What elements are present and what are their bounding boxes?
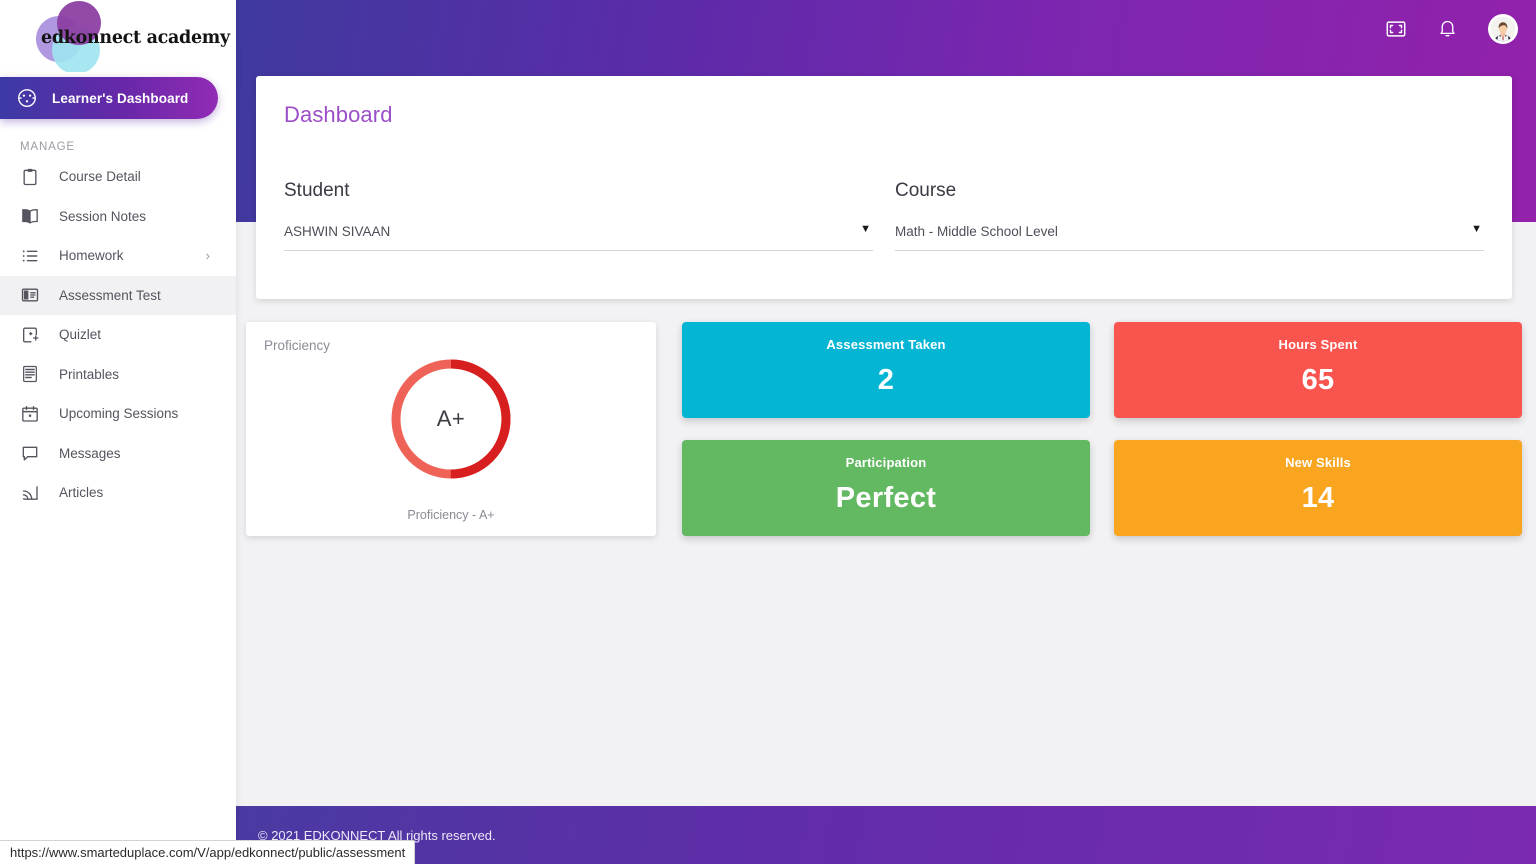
proficiency-card: Proficiency A+ Proficiency - A+	[246, 322, 656, 536]
sidebar-item-label: Session Notes	[59, 208, 147, 224]
stat-title: New Skills	[1285, 455, 1351, 470]
chat-icon	[20, 443, 40, 463]
course-select-value: Math - Middle School Level	[895, 224, 1058, 239]
student-selector-group: Student ASHWIN SIVAAN ▼	[284, 180, 873, 251]
status-bar-url: https://www.smarteduplace.com/V/app/edko…	[10, 845, 406, 860]
stat-value: Perfect	[835, 482, 937, 514]
sidebar-item-session-notes[interactable]: Session Notes	[0, 197, 236, 237]
sidebar-item-course-detail[interactable]: Course Detail	[0, 157, 236, 197]
sidebar-item-label: Messages	[59, 445, 121, 461]
dashboard-selector-card: Dashboard Student ASHWIN SIVAAN ▼ Course…	[256, 76, 1512, 299]
stat-title: Hours Spent	[1278, 337, 1358, 352]
sidebar-item-messages[interactable]: Messages	[0, 434, 236, 474]
brand-logo[interactable]: edkonnect academy	[0, 0, 236, 72]
sidebar-item-assessment-test[interactable]: Assessment Test	[0, 275, 236, 315]
main-content: Dashboard Student ASHWIN SIVAAN ▼ Course…	[236, 0, 1536, 806]
stat-value: 2	[877, 364, 895, 396]
stat-card-hours-spent[interactable]: Hours Spent 65	[1114, 322, 1522, 418]
proficiency-value: A+	[436, 406, 466, 431]
selector-row: Student ASHWIN SIVAAN ▼ Course Math - Mi…	[284, 180, 1484, 251]
student-label: Student	[284, 180, 350, 201]
sidebar-item-quizlet[interactable]: Quizlet	[0, 315, 236, 355]
sidebar-item-label: Articles	[59, 485, 104, 501]
chevron-down-icon: ▼	[1471, 223, 1482, 235]
page-footer: © 2021 EDKONNECT All rights reserved.	[236, 806, 1536, 864]
sidebar-item-learners-dashboard[interactable]: Learner's Dashboard	[0, 77, 218, 119]
sidebar-item-printables[interactable]: Printables	[0, 355, 236, 395]
dashboard-icon	[16, 87, 38, 109]
sidebar-item-label: Course Detail	[59, 169, 141, 185]
course-select[interactable]: Math - Middle School Level ▼	[895, 223, 1484, 251]
proficiency-donut-wrap: A+	[246, 356, 656, 482]
printables-icon	[20, 364, 40, 384]
sidebar-section-manage: MANAGE	[20, 141, 75, 153]
sidebar-item-homework[interactable]: Homework ›	[0, 236, 236, 276]
calendar-icon	[20, 404, 40, 424]
proficiency-heading: Proficiency	[264, 338, 331, 353]
stat-card-new-skills[interactable]: New Skills 14	[1114, 440, 1522, 536]
course-selector-group: Course Math - Middle School Level ▼	[895, 180, 1484, 251]
rss-icon	[20, 483, 40, 503]
list-icon	[20, 246, 40, 266]
proficiency-caption: Proficiency - A+	[407, 508, 495, 522]
page-title: Dashboard	[284, 102, 393, 127]
sidebar: edkonnect academy Learner's Dashboard MA…	[0, 0, 236, 864]
sidebar-item-label: Learner's Dashboard	[52, 90, 189, 106]
app-window: Dashboard Student ASHWIN SIVAAN ▼ Course…	[0, 0, 1536, 864]
stat-value: 14	[1301, 482, 1335, 514]
clipboard-icon	[20, 167, 40, 187]
stat-title: Participation	[845, 455, 927, 470]
stat-value: 65	[1301, 364, 1335, 396]
sidebar-item-articles[interactable]: Articles	[0, 473, 236, 513]
chevron-right-icon: ›	[205, 248, 210, 264]
quiz-add-icon	[20, 325, 40, 345]
stat-card-participation[interactable]: Participation Perfect	[682, 440, 1090, 536]
sidebar-item-label: Assessment Test	[59, 287, 161, 303]
stat-title: Assessment Taken	[826, 337, 946, 352]
proficiency-donut-chart: A+	[388, 356, 514, 482]
sidebar-item-label: Printables	[59, 366, 120, 382]
chevron-down-icon: ▼	[860, 223, 871, 235]
student-select-value: ASHWIN SIVAAN	[284, 224, 391, 239]
sidebar-item-label: Quizlet	[59, 327, 102, 343]
student-select[interactable]: ASHWIN SIVAAN ▼	[284, 223, 873, 251]
test-icon	[20, 285, 40, 305]
brand-name: edkonnect academy	[41, 28, 230, 48]
stat-card-assessment-taken[interactable]: Assessment Taken 2	[682, 322, 1090, 418]
browser-status-bar: https://www.smarteduplace.com/V/app/edko…	[0, 840, 416, 864]
book-icon	[20, 206, 40, 226]
sidebar-item-label: Upcoming Sessions	[59, 406, 179, 422]
course-label: Course	[895, 180, 957, 201]
sidebar-item-upcoming-sessions[interactable]: Upcoming Sessions	[0, 394, 236, 434]
sidebar-item-label: Homework	[59, 248, 124, 264]
